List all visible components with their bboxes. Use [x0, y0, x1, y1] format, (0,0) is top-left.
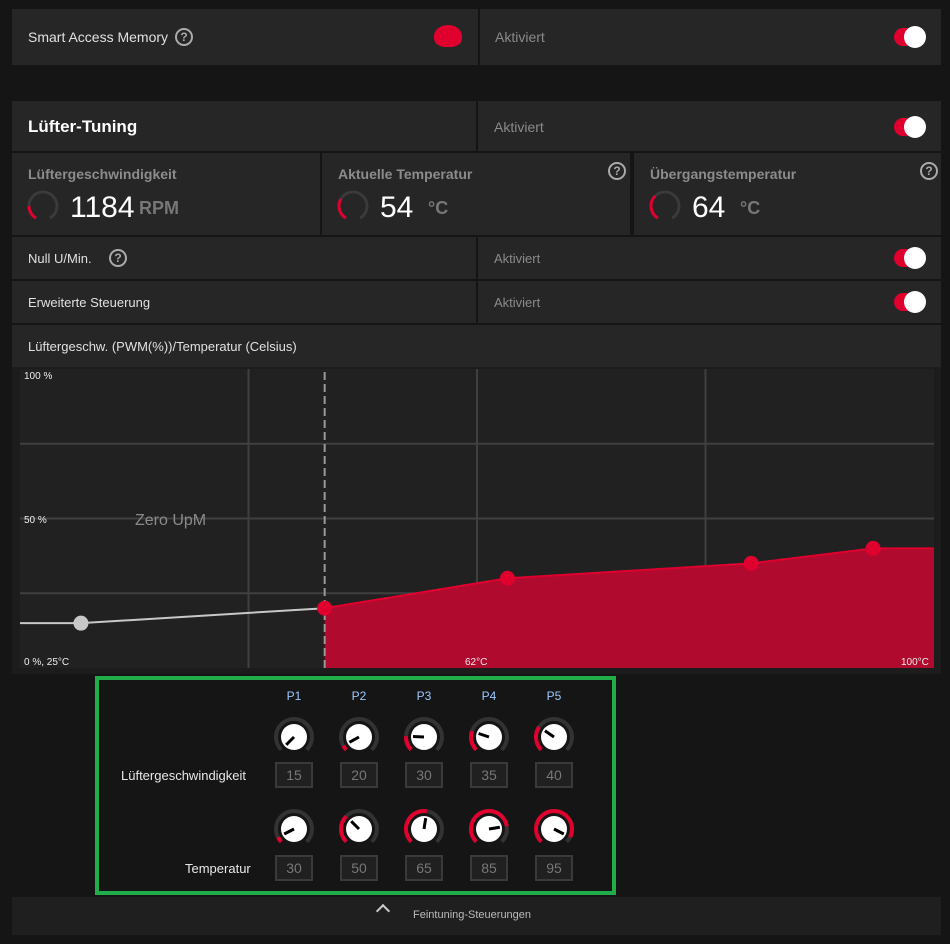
temperature-input[interactable]: 50	[340, 855, 378, 881]
temperature-input[interactable]: 85	[470, 855, 508, 881]
point-label: P1	[286, 689, 302, 703]
point-label: P5	[546, 689, 562, 703]
point-label: P2	[351, 689, 367, 703]
knob-dial[interactable]	[533, 808, 575, 850]
footer-label[interactable]: Feintuning-Steuerungen	[413, 909, 531, 921]
knob-dial[interactable]	[533, 716, 575, 758]
knob-dial[interactable]	[273, 808, 315, 850]
y-label-mid: 50 %	[24, 515, 47, 526]
fan-row-label: Lüftergeschwindigkeit	[121, 768, 247, 783]
fan-speed-input[interactable]: 20	[340, 762, 378, 788]
knob-dial[interactable]	[273, 716, 315, 758]
curve-point-p1[interactable]	[73, 615, 89, 631]
temperature-input[interactable]: 95	[535, 855, 573, 881]
curve-point-p4[interactable]	[743, 555, 759, 571]
point-label: P3	[416, 689, 432, 703]
fan-speed-input[interactable]: 30	[405, 762, 443, 788]
curve-point-p2[interactable]	[317, 600, 333, 616]
curve-point-p3[interactable]	[499, 570, 515, 586]
temp-row-label: Temperatur	[185, 861, 251, 876]
knob-dial[interactable]	[338, 808, 380, 850]
x-label-max: 100°C	[901, 657, 929, 668]
knob-dial[interactable]	[468, 808, 510, 850]
temperature-input[interactable]: 65	[405, 855, 443, 881]
curve-point-p5[interactable]	[865, 540, 881, 556]
knob-dial[interactable]	[338, 716, 380, 758]
x-label-mid: 62°C	[465, 657, 488, 668]
temperature-input[interactable]: 30	[275, 855, 313, 881]
fan-speed-input[interactable]: 35	[470, 762, 508, 788]
point-label: P4	[481, 689, 497, 703]
knob-dial[interactable]	[403, 716, 445, 758]
knob-dial[interactable]	[403, 808, 445, 850]
fan-speed-input[interactable]: 15	[275, 762, 313, 788]
zero-rpm-zone-label: Zero UpM	[135, 512, 207, 529]
fan-speed-input[interactable]: 40	[535, 762, 573, 788]
origin-label: 0 %, 25°C	[24, 657, 70, 668]
y-label-top: 100 %	[24, 371, 53, 382]
knob-dial[interactable]	[468, 716, 510, 758]
